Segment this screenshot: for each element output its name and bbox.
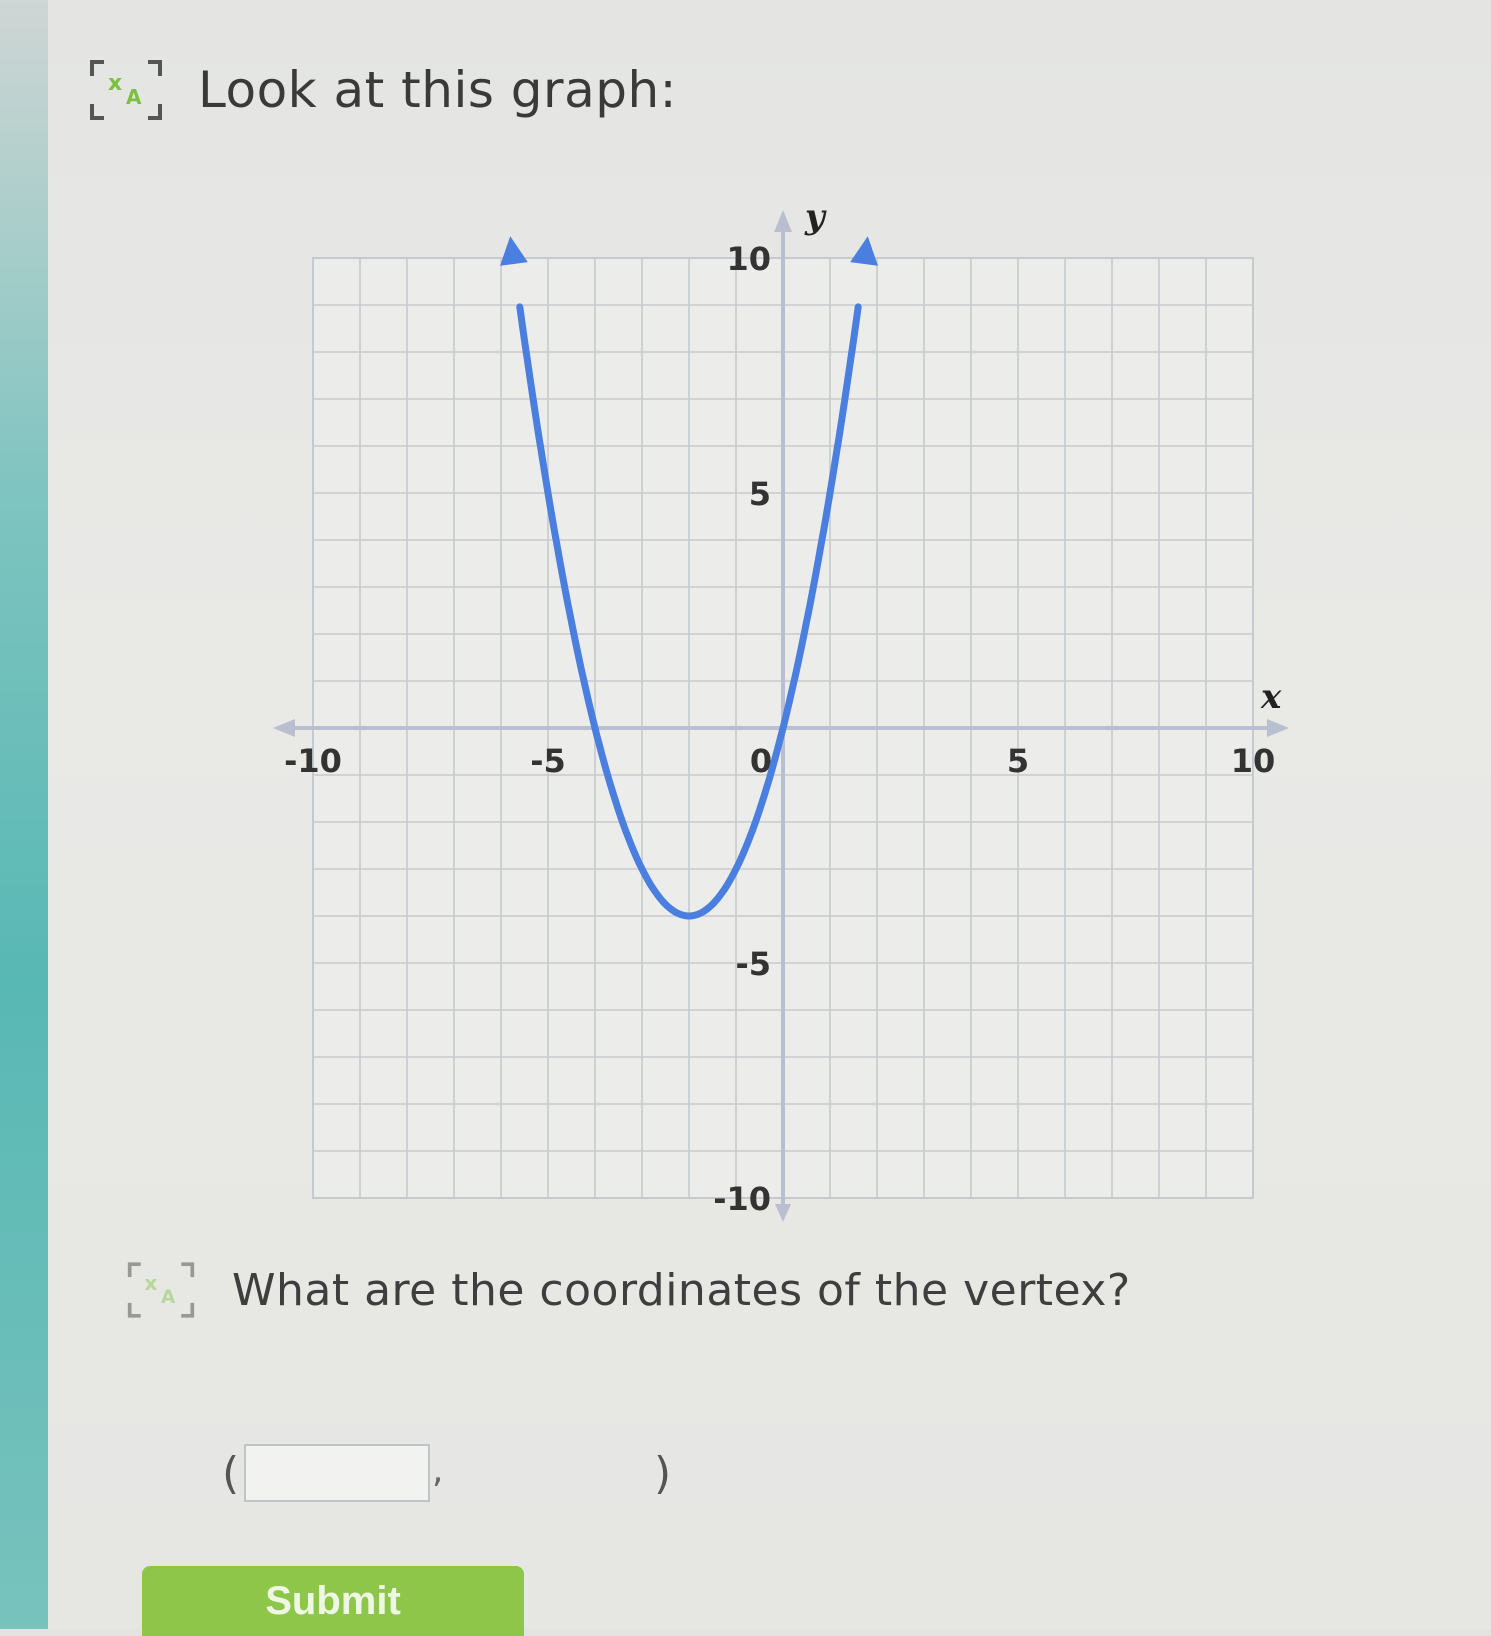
svg-text:x: x — [144, 1271, 157, 1295]
svg-text:A: A — [126, 85, 142, 109]
question-text: What are the coordinates of the vertex? — [232, 1264, 1131, 1316]
speaker-translate-icon[interactable]: x A — [126, 1258, 196, 1322]
close-paren: ) — [654, 1448, 672, 1499]
submit-button[interactable]: Submit — [142, 1566, 524, 1636]
left-edge-strip — [0, 0, 48, 1629]
svg-text:x: x — [108, 71, 122, 96]
vertex-answer-row: ( , ) — [222, 1440, 682, 1512]
comma: , — [432, 1450, 444, 1491]
prompt-text: Look at this graph: — [198, 61, 677, 119]
prompt-row: x A Look at this graph: — [88, 56, 677, 124]
page-background — [48, 0, 1491, 1629]
svg-text:A: A — [161, 1287, 176, 1308]
question-row: x A What are the coordinates of the vert… — [126, 1258, 1131, 1322]
open-paren: ( — [222, 1448, 240, 1499]
vertex-x-input[interactable] — [244, 1444, 430, 1502]
speaker-translate-icon[interactable]: x A — [88, 56, 164, 124]
